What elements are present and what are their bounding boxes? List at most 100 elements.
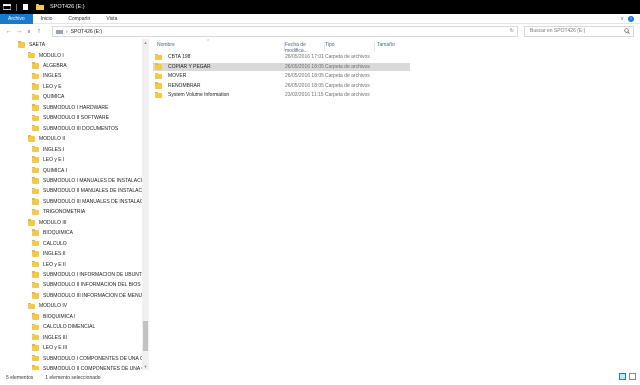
nav-item[interactable]: SUBMODULO III DOCUMENTOS — [32, 124, 118, 134]
nav-item[interactable]: INGLES I — [32, 145, 64, 155]
large-icons-view-icon[interactable] — [629, 373, 636, 380]
address-bar[interactable]: › SPOT426 (E:) ↻ — [52, 26, 518, 37]
nav-item[interactable]: LEO y E — [32, 82, 62, 92]
file-name: System Volume Information — [168, 92, 230, 99]
nav-item[interactable]: SUBMODULO I COMPONENTES DE UNA CO — [32, 354, 147, 364]
search-icon[interactable] — [624, 28, 630, 34]
nav-item[interactable]: LEO y E II — [32, 259, 66, 269]
nav-item[interactable]: INGLES II — [32, 249, 66, 259]
nav-item[interactable]: SUBMODULO II MANUALES DE INSTALACIO — [32, 186, 147, 196]
file-name: CBTA 198 — [168, 54, 191, 60]
help-icon[interactable]: ? — [628, 16, 634, 22]
nav-item-label: MODULO IV — [39, 303, 68, 310]
nav-item-label: INGLES III — [43, 334, 67, 341]
folder-icon — [32, 229, 39, 236]
column-header-date[interactable]: Fecha de modifica... — [285, 42, 325, 54]
file-row[interactable]: System Volume Information 23/02/2016 11:1… — [153, 91, 410, 100]
nav-item[interactable]: MODULO IV — [28, 301, 67, 311]
nav-item[interactable]: SUBMODULO III INFORMACION DE MENU — [32, 291, 142, 301]
folder-icon — [32, 125, 39, 132]
nav-item[interactable]: SUBMODULO II SOFTWARE — [32, 113, 109, 123]
nav-item[interactable]: LEO y E III — [32, 343, 67, 353]
tab-vista[interactable]: Vista — [98, 14, 125, 24]
nav-item[interactable]: SUBMODULO I MANUALES DE INSTALACIO — [32, 176, 146, 186]
new-folder-icon[interactable] — [36, 4, 44, 10]
nav-item[interactable]: MODULO III — [28, 218, 67, 228]
nav-item[interactable]: QUIMICA — [32, 92, 64, 102]
nav-item[interactable]: ALGEBRA — [32, 61, 67, 71]
nav-item[interactable]: BIOQUIMICA I — [32, 312, 76, 322]
nav-item-label: LEO y E III — [43, 345, 68, 352]
forward-icon[interactable]: → — [14, 28, 24, 35]
nav-item[interactable]: QUIMICA I — [32, 165, 67, 175]
folder-icon — [32, 145, 39, 153]
details-view-icon[interactable] — [619, 373, 626, 380]
nav-item[interactable]: TRIGONOMETRIA — [32, 207, 85, 217]
scroll-down-icon[interactable]: ▼ — [142, 364, 149, 369]
nav-item[interactable]: INGLES — [32, 71, 61, 81]
nav-item-label: BIOQUIMICA I — [43, 313, 76, 320]
recent-locations-icon[interactable]: ∨ — [24, 29, 34, 35]
nav-item-label: SUBMODULO I INFORMACION DE UBUNTU — [43, 272, 146, 279]
folder-icon — [32, 313, 39, 320]
folder-icon — [32, 250, 39, 257]
nav-item[interactable]: CALCULO DIMENCIAL — [32, 322, 95, 332]
up-icon[interactable]: ↑ — [34, 28, 44, 35]
folder-icon — [28, 302, 35, 310]
folder-icon — [32, 281, 39, 289]
folder-icon — [32, 83, 39, 90]
folder-icon — [32, 156, 39, 163]
folder-icon — [32, 240, 39, 247]
folder-icon — [155, 63, 162, 70]
path-separator-icon[interactable]: › — [66, 29, 68, 35]
scroll-thumb[interactable] — [143, 321, 148, 351]
file-list[interactable]: ⌃ Nombre Fecha de modifica... Tipo Tamañ… — [149, 39, 640, 370]
column-header-name[interactable]: Nombre — [157, 42, 285, 51]
column-header-size[interactable]: Tamaño — [377, 42, 417, 51]
nav-item[interactable]: CALCULO — [32, 239, 67, 249]
nav-item[interactable]: SUBMODULO I HARDWARE — [32, 103, 108, 113]
file-row[interactable]: MOVER 26/05/2016 18:05 Carpeta de archivos — [153, 72, 410, 81]
nav-item-label: SUBMODULO II MANUALES DE INSTALACIO — [43, 188, 148, 195]
file-row[interactable]: CBTA 198 26/05/2016 17:01 Carpeta de archi… — [153, 53, 410, 62]
folder-icon — [32, 62, 39, 69]
nav-item[interactable]: SAETA — [18, 40, 45, 50]
file-row[interactable]: RENOMBRAR 26/05/2016 18:05 Carpeta de arch… — [153, 82, 410, 91]
navigation-pane[interactable]: SUBMODULO II COMPONENTES DE UNA CO SUBMOD… — [0, 39, 149, 370]
nav-item[interactable]: SUBMODULO III MANUALES DE INSTALACIO — [32, 197, 149, 207]
folder-icon — [32, 260, 39, 268]
nav-scrollbar[interactable]: ▲ ▼ — [142, 39, 149, 370]
file-row[interactable]: COPIAR Y PEGAR 26/05/2016 18:05 Carpeta de… — [153, 62, 410, 72]
nav-item[interactable]: BIOQUIMICA — [32, 228, 73, 238]
folder-icon — [18, 41, 25, 48]
nav-item-label: MODULO II — [39, 136, 66, 143]
address-path[interactable]: SPOT426 (E:) — [71, 29, 102, 35]
tab-archivo[interactable]: Archivo — [0, 13, 33, 24]
nav-item-label: ALGEBRA — [43, 63, 67, 70]
tab-inicio[interactable]: Inicio — [33, 14, 61, 24]
tab-compartir[interactable]: Compartir — [60, 14, 98, 24]
refresh-icon[interactable]: ↻ — [510, 28, 514, 34]
nav-item[interactable]: SUBMODULO I INFORMACION DE UBUNTU — [32, 270, 146, 280]
ribbon-expand-icon[interactable]: ∨ — [620, 16, 624, 22]
scroll-up-icon[interactable]: ▲ — [142, 40, 149, 45]
properties-icon[interactable] — [22, 4, 30, 10]
item-count: 5 elementos — [6, 374, 34, 381]
nav-item-label: QUIMICA I — [43, 167, 67, 174]
column-header-type[interactable]: Tipo — [325, 42, 375, 51]
nav-item[interactable]: MODULO I — [28, 50, 64, 60]
folder-icon — [155, 91, 162, 99]
nav-item-label: SUBMODULO II INFORMACION DEL BIOS — [43, 282, 141, 289]
nav-item-label: SUBMODULO II SOFTWARE — [43, 115, 109, 122]
window-icon[interactable] — [3, 4, 11, 10]
nav-item[interactable]: MODULO II — [28, 134, 65, 144]
search-input[interactable]: Buscar en SPOT426 (E:) — [524, 26, 634, 37]
back-icon[interactable]: ← — [4, 28, 14, 35]
nav-item[interactable]: INGLES III — [32, 333, 67, 343]
nav-item[interactable]: LEO y E I — [32, 155, 64, 165]
nav-item-label: SUBMODULO III DOCUMENTOS — [43, 125, 119, 132]
nav-item-label: LEO y E — [43, 83, 62, 90]
title-bar: SPOT426 (E:) — [0, 0, 640, 14]
folder-icon — [32, 334, 39, 341]
nav-item[interactable]: SUBMODULO II INFORMACION DEL BIOS — [32, 280, 141, 290]
